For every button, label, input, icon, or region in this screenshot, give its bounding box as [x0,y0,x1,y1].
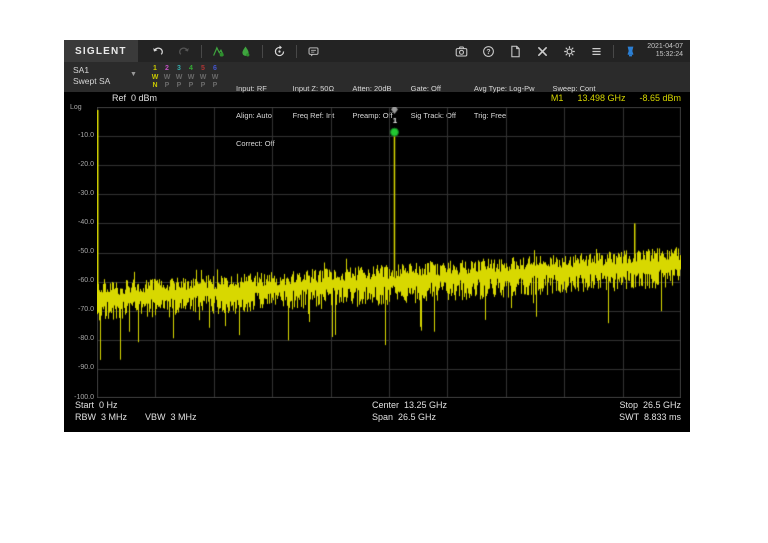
trace-cell: P [197,82,209,91]
connectivity-icon[interactable] [617,40,644,62]
undo-icon[interactable] [144,40,171,62]
preset-icon[interactable] [266,40,293,62]
marker-freq: 13.498 GHz [577,93,625,103]
sweep-time-label: SWT 8.833 ms [619,412,681,422]
marker-readout: M1 13.498 GHz -8.65 dBm [551,93,681,103]
settings-bar: SA1 Swept SA 1WN2WP3WP4WP5WP6WP Input: R… [64,62,690,92]
scale-type-label: Log [70,104,82,111]
trace-col-6[interactable]: 6WP [209,65,221,91]
toolbar-separator [296,45,297,58]
marker-amp: -8.65 dBm [639,93,681,103]
trace-cell: 2 [161,65,173,74]
bandwidth-labels: RBW 3 MHz VBW 3 MHz [75,412,215,422]
toolbar-separator [262,45,263,58]
trace-cell: W [161,74,173,83]
mode-selector[interactable]: SA1 Swept SA [64,62,133,87]
marker-function-icon[interactable] [232,40,259,62]
trace-cell: W [173,74,185,83]
y-tick-label: -70.0 [66,306,94,313]
start-freq-label: Start 0 Hz [75,400,118,410]
trace-cell: P [161,82,173,91]
message-icon[interactable] [300,40,327,62]
chevron-down-icon[interactable]: ▼ [130,71,137,78]
setting-line: Atten: 20dB [352,84,392,93]
rbw-label: RBW 3 MHz [75,412,127,422]
setting-line: Gate: Off [411,84,456,93]
trace-cell: P [173,82,185,91]
trace-cell: W [185,74,197,83]
y-tick-label: -40.0 [66,219,94,226]
svg-text:?: ? [487,48,491,55]
trace-col-4[interactable]: 4WP [185,65,197,91]
y-tick-label: -50.0 [66,248,94,255]
y-tick-label: -100.0 [66,394,94,401]
setting-line: Sweep: Cont [553,84,596,93]
vbw-label: VBW 3 MHz [145,412,197,422]
ref-level-label: Ref 0 dBm [112,93,157,103]
peak-search-icon[interactable] [205,40,232,62]
sweep-mode-label: Swept SA [73,76,129,87]
trace-cell: W [209,74,221,83]
trace-cell: N [149,82,161,91]
center-freq-label: Center 13.25 GHz [372,400,447,410]
y-tick-label: -90.0 [66,364,94,371]
trace-cell: W [149,74,161,83]
trace-cell: P [185,82,197,91]
trace-cell: 6 [209,65,221,74]
date-label: 2021-04-07 [647,43,683,52]
menu-list-icon[interactable] [583,40,610,62]
file-icon[interactable] [502,40,529,62]
setting-line: Avg Type: Log-Pw [474,84,535,93]
y-tick-label: -30.0 [66,190,94,197]
help-icon[interactable]: ? [475,40,502,62]
y-tick-label: -60.0 [66,277,94,284]
trace-cell: P [209,82,221,91]
trace-col-1[interactable]: 1WN [149,65,161,91]
trace-cell: 5 [197,65,209,74]
y-tick-label: -20.0 [66,161,94,168]
y-tick-label: -80.0 [66,335,94,342]
span-label: Span 26.5 GHz [372,412,436,422]
trace-col-3[interactable]: 3WP [173,65,185,91]
analyzer-screen: SIGLENT ? [64,40,690,432]
stop-freq-label: Stop 26.5 GHz [619,400,681,410]
marker-name: M1 [551,93,564,103]
siglent-logo: SIGLENT [64,40,138,62]
tools-icon[interactable] [529,40,556,62]
trace-col-2[interactable]: 2WP [161,65,173,91]
time-label: 15:32:24 [647,51,683,60]
trace-cell: 4 [185,65,197,74]
spectrum-plot[interactable] [97,107,681,398]
trace-cell: 3 [173,65,185,74]
top-toolbar: SIGLENT ? [64,40,690,62]
toolbar-separator [201,45,202,58]
settings-gear-icon[interactable] [556,40,583,62]
y-tick-label: -10.0 [66,132,94,139]
trace-cell: 1 [149,65,161,74]
redo-icon[interactable] [171,40,198,62]
setting-line: Input: RF [236,84,275,93]
plot-area [97,107,681,398]
datetime-display: 2021-04-07 15:32:24 [644,43,690,60]
toolbar-separator [613,45,614,58]
channel-label: SA1 [73,65,129,76]
screenshot-icon[interactable] [448,40,475,62]
trace-col-5[interactable]: 5WP [197,65,209,91]
setting-line: Input Z: 50Ω [293,84,335,93]
trace-table[interactable]: 1WN2WP3WP4WP5WP6WP [133,62,227,91]
settings-sweep[interactable]: Sweep: Cont [544,62,605,111]
trace-cell: W [197,74,209,83]
